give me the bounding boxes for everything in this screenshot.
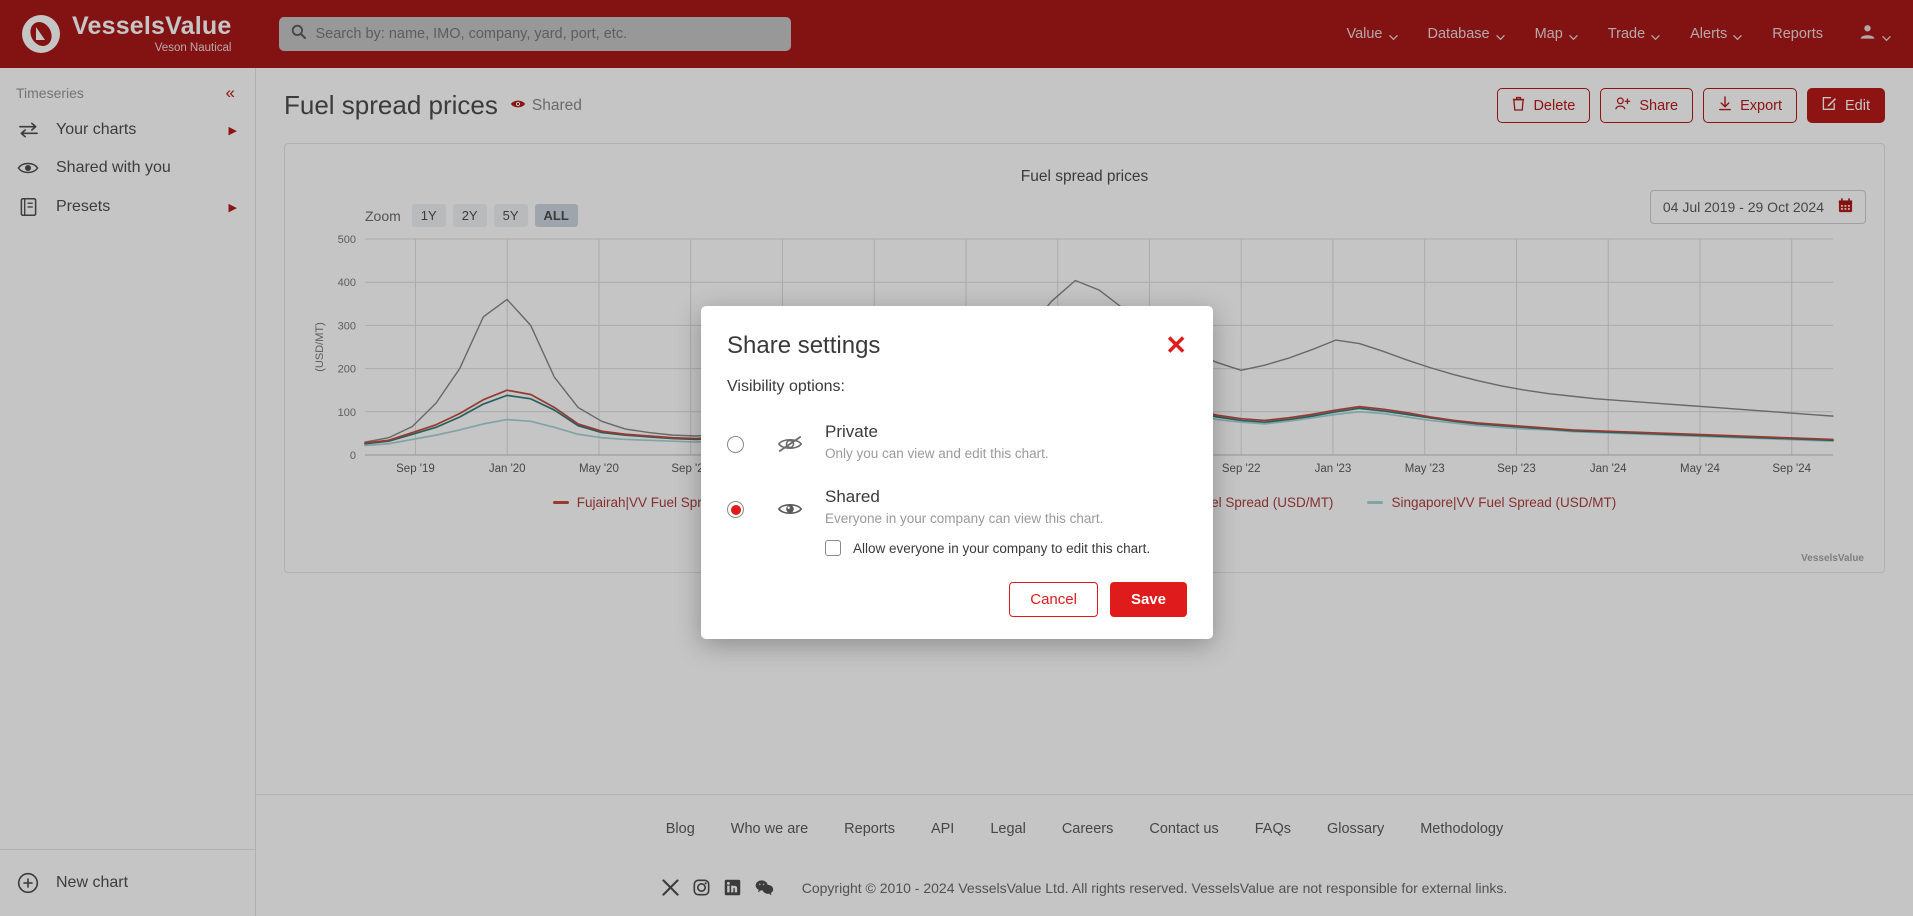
- visibility-option-shared[interactable]: Shared Everyone in your company can view…: [727, 487, 1187, 556]
- option-title: Shared: [825, 487, 1187, 507]
- eye-slash-icon: [777, 434, 803, 459]
- modal-layer: Share settings ✕ Visibility options: Pri…: [0, 0, 1913, 916]
- option-body: Private Only you can view and edit this …: [825, 422, 1187, 461]
- eye-icon: [777, 499, 803, 524]
- close-x-icon[interactable]: ✕: [1165, 332, 1187, 358]
- visibility-option-private[interactable]: Private Only you can view and edit this …: [727, 422, 1187, 461]
- radio-col: [727, 487, 777, 518]
- option-description: Everyone in your company can view this c…: [825, 511, 1187, 526]
- radio-shared[interactable]: [727, 501, 744, 518]
- modal-subtitle: Visibility options:: [727, 378, 1187, 396]
- modal-actions: Cancel Save: [727, 582, 1187, 617]
- eye-col: [777, 487, 825, 524]
- modal-title: Share settings: [727, 332, 880, 360]
- allow-edit-checkbox[interactable]: [825, 540, 841, 556]
- save-button[interactable]: Save: [1110, 582, 1187, 617]
- cancel-button[interactable]: Cancel: [1009, 582, 1098, 617]
- option-body: Shared Everyone in your company can view…: [825, 487, 1187, 556]
- share-settings-modal: Share settings ✕ Visibility options: Pri…: [701, 306, 1213, 639]
- eye-col: [777, 422, 825, 459]
- radio-private[interactable]: [727, 436, 744, 453]
- allow-edit-label: Allow everyone in your company to edit t…: [853, 541, 1150, 556]
- option-description: Only you can view and edit this chart.: [825, 446, 1187, 461]
- radio-col: [727, 422, 777, 453]
- option-title: Private: [825, 422, 1187, 442]
- allow-edit-row[interactable]: Allow everyone in your company to edit t…: [825, 540, 1187, 556]
- modal-header: Share settings ✕: [727, 332, 1187, 360]
